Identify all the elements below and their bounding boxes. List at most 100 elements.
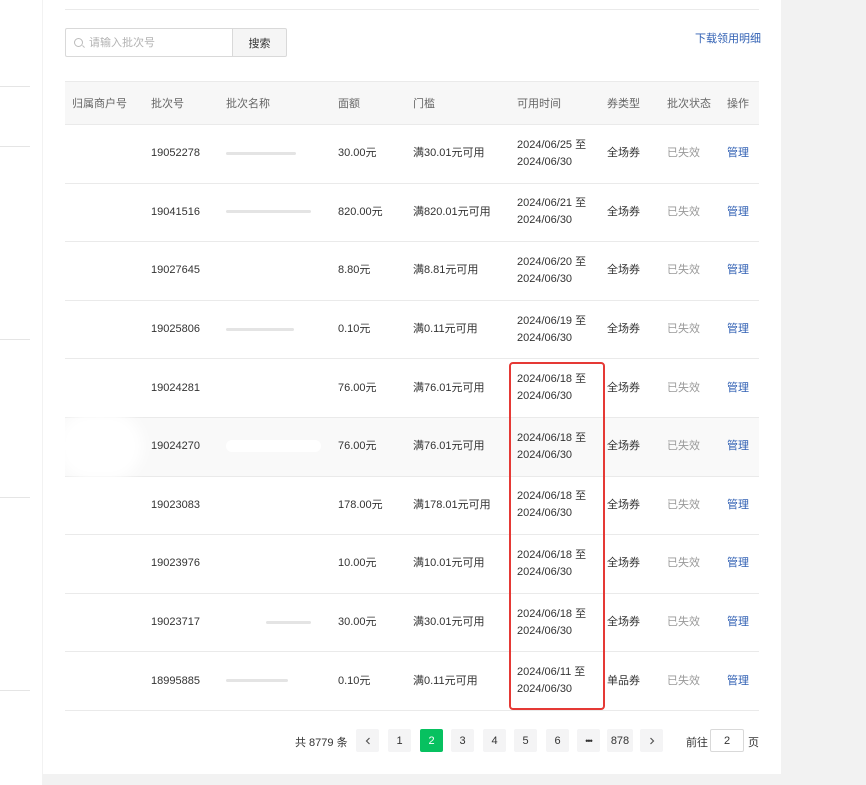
valid-time-start: 2024/06/19 至 (517, 314, 587, 327)
goto-label: 前往 (686, 737, 708, 749)
col-header-batch-name: 批次名称 (219, 81, 331, 125)
col-header-status: 批次状态 (660, 81, 720, 125)
batch-no-cell: 19027645 (151, 264, 200, 277)
page-button[interactable]: 1 (388, 729, 411, 752)
valid-time-start: 2024/06/18 至 (517, 548, 587, 561)
threshold-cell: 满30.01元可用 (413, 147, 485, 160)
valid-time-cell: 2024/06/11 至 2024/06/30 (510, 652, 600, 711)
threshold-cell: 满30.01元可用 (413, 616, 485, 629)
chevron-left-icon (365, 737, 370, 744)
amount-cell: 820.00元 (338, 205, 383, 218)
manage-link[interactable]: 管理 (720, 242, 759, 301)
coupon-type-cell: 全场券 (607, 557, 640, 570)
valid-time-end: 2024/06/30 (517, 155, 573, 168)
merchant-cell (65, 183, 144, 242)
download-details-link[interactable]: 下载领用明细 (695, 30, 761, 46)
col-header-action: 操作 (720, 81, 759, 125)
search-button[interactable]: 搜索 (232, 28, 287, 57)
valid-time-cell: 2024/06/18 至 2024/06/30 (510, 359, 600, 418)
pagination: 共 8779 条 1 2 3 4 5 6 ••• 878 前往 页 (43, 729, 781, 752)
batch-name-cell (219, 300, 331, 359)
manage-link[interactable]: 管理 (720, 183, 759, 242)
sidebar-divider (0, 146, 30, 147)
batch-name-cell (219, 359, 331, 418)
batch-no-cell: 19025806 (151, 323, 200, 336)
valid-time-end: 2024/06/30 (517, 507, 573, 520)
status-cell: 已失效 (667, 264, 700, 277)
coupon-type-cell: 全场券 (607, 616, 640, 629)
batch-name-cell (219, 535, 331, 594)
manage-link[interactable]: 管理 (720, 417, 759, 476)
goto-page-input[interactable] (710, 729, 744, 752)
table-row: 19023717 30.00元 满30.01元可用 2024/06/18 至 20… (65, 593, 759, 652)
page-button-last[interactable]: 878 (607, 729, 633, 752)
valid-time-end: 2024/06/30 (517, 565, 573, 578)
manage-link[interactable]: 管理 (720, 359, 759, 418)
threshold-cell: 满0.11元可用 (413, 323, 478, 336)
valid-time-end: 2024/06/30 (517, 448, 573, 461)
amount-cell: 10.00元 (338, 557, 377, 570)
batch-name-cell (219, 652, 331, 711)
page-button-current[interactable]: 2 (420, 729, 443, 752)
search-input[interactable] (89, 36, 229, 49)
merchant-cell (65, 300, 144, 359)
valid-time-cell: 2024/06/18 至 2024/06/30 (510, 417, 600, 476)
amount-cell: 30.00元 (338, 616, 377, 629)
goto-suffix: 页 (748, 737, 759, 749)
manage-link[interactable]: 管理 (720, 593, 759, 652)
valid-time-end: 2024/06/30 (517, 272, 573, 285)
manage-link[interactable]: 管理 (720, 125, 759, 184)
merchant-cell (65, 535, 144, 594)
page-button[interactable]: 4 (483, 729, 506, 752)
merchant-cell (65, 593, 144, 652)
coupon-type-cell: 全场券 (607, 147, 640, 160)
valid-time-start: 2024/06/18 至 (517, 490, 587, 503)
valid-time-start: 2024/06/20 至 (517, 255, 587, 268)
col-header-amount: 面额 (331, 81, 406, 125)
col-header-valid-time: 可用时间 (510, 81, 600, 125)
status-cell: 已失效 (667, 205, 700, 218)
valid-time-start: 2024/06/18 至 (517, 373, 587, 386)
table-header: 归属商户号 批次号 批次名称 面额 门槛 可用时间 券类型 批次状态 操作 (65, 81, 759, 125)
threshold-cell: 满76.01元可用 (413, 440, 485, 453)
manage-link[interactable]: 管理 (720, 652, 759, 711)
valid-time-start: 2024/06/18 至 (517, 431, 587, 444)
page-button[interactable]: 5 (514, 729, 537, 752)
valid-time-start: 2024/06/11 至 (517, 666, 586, 679)
amount-cell: 8.80元 (338, 264, 371, 277)
manage-link[interactable]: 管理 (720, 476, 759, 535)
valid-time-cell: 2024/06/18 至 2024/06/30 (510, 535, 600, 594)
merchant-cell (65, 359, 144, 418)
coupon-type-cell: 全场券 (607, 381, 640, 394)
threshold-cell: 满178.01元可用 (413, 498, 491, 511)
status-cell: 已失效 (667, 440, 700, 453)
manage-link[interactable]: 管理 (720, 535, 759, 594)
batch-no-cell: 18995885 (151, 674, 200, 687)
page-button[interactable]: 6 (546, 729, 569, 752)
status-cell: 已失效 (667, 323, 700, 336)
col-header-merchant: 归属商户号 (65, 81, 144, 125)
status-cell: 已失效 (667, 557, 700, 570)
more-pages-button[interactable]: ••• (577, 729, 600, 752)
amount-cell: 76.00元 (338, 381, 377, 394)
next-page-button[interactable] (640, 729, 663, 752)
page-button[interactable]: 3 (451, 729, 474, 752)
batch-list-card: 搜索 下载领用明细 归属商户号 批次号 批次名称 面额 门槛 可用时间 券类型 … (43, 0, 781, 774)
prev-page-button[interactable] (356, 729, 379, 752)
chevron-right-icon (649, 737, 654, 744)
merchant-cell (65, 652, 144, 711)
valid-time-end: 2024/06/30 (517, 214, 573, 227)
valid-time-start: 2024/06/21 至 (517, 197, 587, 210)
table-row: 18995885 0.10元 满0.11元可用 2024/06/11 至 2024… (65, 652, 759, 711)
valid-time-end: 2024/06/30 (517, 624, 573, 637)
batch-name-cell (219, 476, 331, 535)
manage-link[interactable]: 管理 (720, 300, 759, 359)
total-count: 共 8779 条 (295, 737, 348, 749)
batch-no-cell: 19024270 (151, 440, 200, 453)
status-cell: 已失效 (667, 147, 700, 160)
status-cell: 已失效 (667, 498, 700, 511)
coupon-type-cell: 全场券 (607, 205, 640, 218)
search-field[interactable] (65, 28, 233, 57)
valid-time-start: 2024/06/18 至 (517, 607, 587, 620)
batch-name-cell (219, 125, 331, 184)
